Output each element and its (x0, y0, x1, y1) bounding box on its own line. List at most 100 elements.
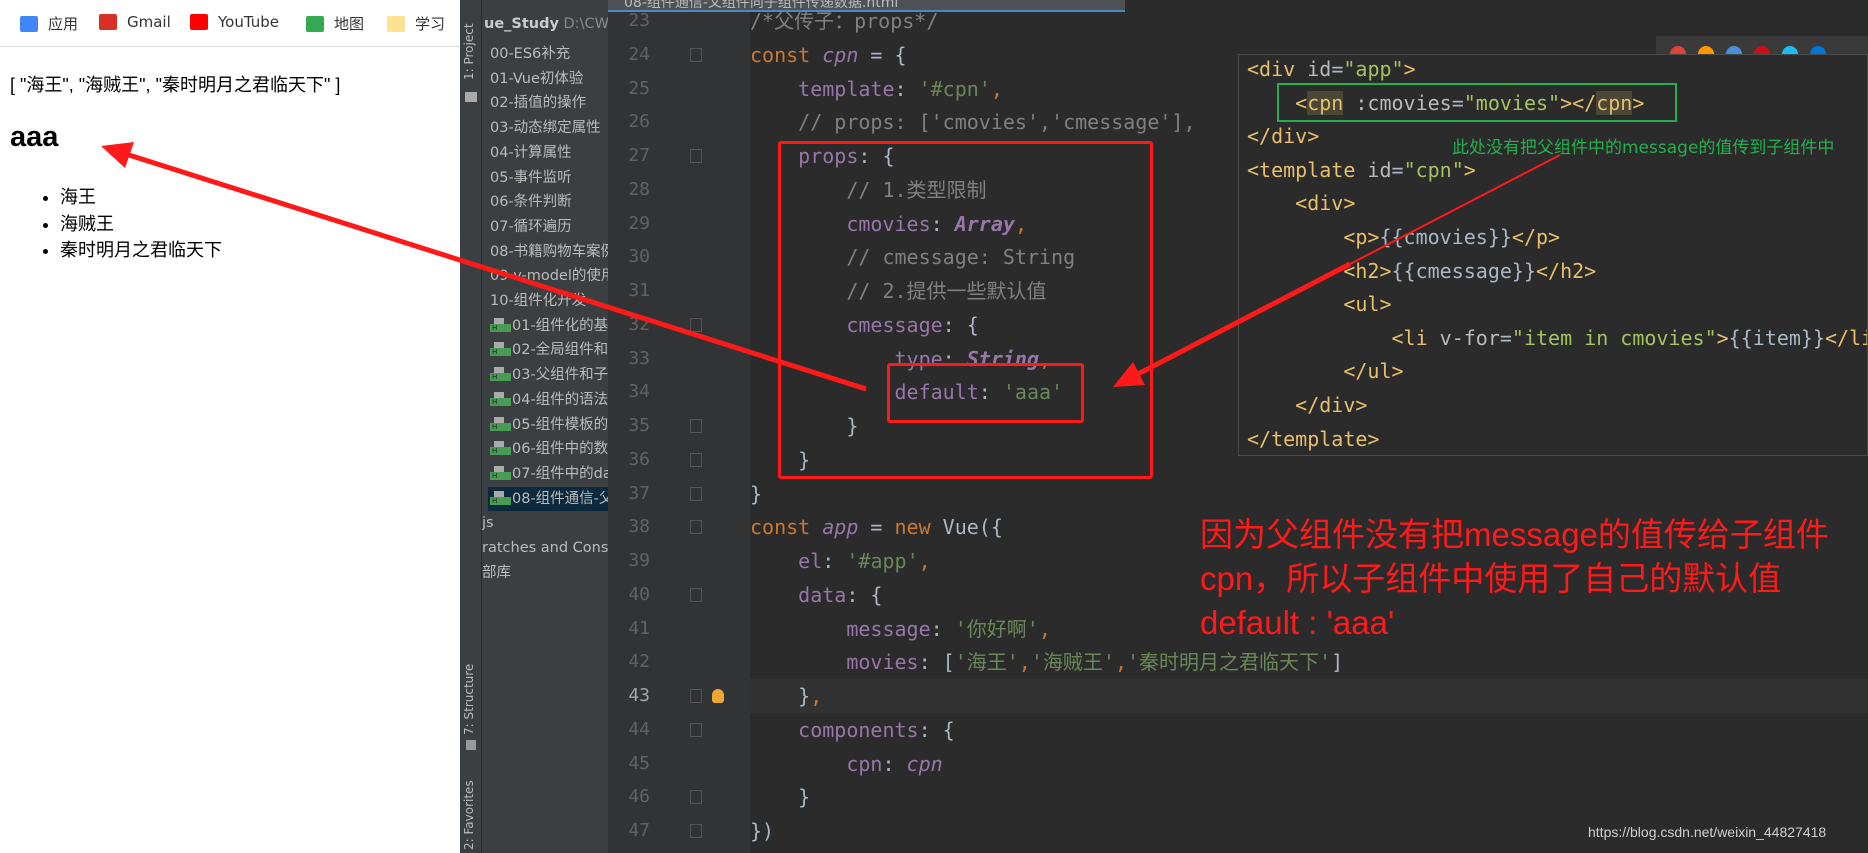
project-tree-item[interactable]: 部库 (482, 561, 608, 585)
code-token: const (750, 42, 823, 67)
code-token: > (1716, 325, 1729, 350)
html-file-icon (490, 367, 511, 382)
favorites-tool-tab[interactable]: 2: Favorites (462, 780, 476, 850)
code-token: , (810, 684, 823, 708)
line-number: 30 (628, 246, 650, 268)
code-token: : (822, 549, 847, 573)
code-token: } (750, 785, 811, 810)
project-tree-item-label: 01-Vue初体验 (490, 70, 584, 87)
project-tree-item[interactable]: 03-动态绑定属性 (490, 116, 608, 140)
folder-icon (465, 92, 477, 102)
fold-marker-icon[interactable] (690, 587, 702, 602)
project-root-path: D:\CWo (563, 16, 608, 32)
project-tree-item-label: 09-v-model的使用 (490, 268, 608, 285)
code-token: </p> (1511, 225, 1561, 249)
code-token: : (930, 616, 955, 641)
project-tree-item[interactable]: 03-父组件和子组件 (490, 363, 608, 387)
code-token: = (1499, 325, 1512, 350)
bookmark-apps-grid[interactable]: 应用 (20, 13, 78, 34)
html-file-icon (490, 317, 511, 332)
project-tree-item[interactable]: 07-循环遍历 (490, 215, 608, 239)
line-number: 44 (628, 718, 650, 740)
fold-marker-icon[interactable] (690, 149, 702, 163)
project-tree-item[interactable]: 05-事件监听 (490, 166, 608, 190)
movies-list: 海王 海贼王 秦时明月之君临天下 (38, 184, 222, 264)
snippet-line: <h2>{{cmessage}}</h2> (1247, 254, 1596, 288)
project-tree-item-label: 00-ES6补充 (490, 46, 571, 62)
fold-marker-icon[interactable] (690, 452, 702, 467)
project-tree-item[interactable]: 06-条件判断 (490, 190, 608, 214)
code-token: <div> (1247, 191, 1356, 216)
project-tree-item[interactable]: 02-插值的操作 (490, 91, 608, 115)
code-line: const cpn = { (750, 38, 907, 72)
line-number: 39 (628, 550, 650, 571)
fold-marker-icon[interactable] (690, 317, 702, 332)
code-token: app (822, 515, 859, 540)
project-tree-item-label: 03-父组件和子组件 (512, 367, 608, 384)
folder-icon (387, 15, 405, 32)
default-highlight-box (887, 363, 1084, 423)
fold-marker-icon[interactable] (690, 486, 702, 501)
html-file-icon (490, 416, 511, 431)
code-token: /*父传子：props*/ (750, 9, 939, 33)
project-tree-item[interactable]: 06-组件中的数据存放 (490, 437, 608, 461)
fold-marker-icon[interactable] (690, 790, 702, 805)
project-tool-tab[interactable]: 1: Project (462, 23, 476, 80)
apps-grid-icon (20, 15, 38, 32)
line-number: 40 (628, 583, 650, 605)
bookmark-gmail[interactable]: Gmail (99, 13, 171, 31)
project-tree-item[interactable]: ratches and Consoles (482, 536, 608, 560)
code-token: <h2> (1247, 258, 1392, 283)
project-tree-item[interactable]: 07-组件中的data (490, 462, 608, 486)
project-tree-item[interactable]: 05-组件模板的分离 (490, 413, 608, 437)
project-tree-item-label: 05-事件监听 (490, 169, 572, 186)
code-token: '海贼王' (1030, 650, 1115, 675)
fold-marker-icon[interactable] (690, 824, 702, 838)
bookmark-label: 地图 (334, 15, 365, 33)
code-token: '#cpn' (918, 76, 991, 101)
code-token: {{item}} (1728, 325, 1825, 350)
project-tree-item[interactable]: 04-组件的语法糖 (490, 388, 608, 412)
code-token: {{cmovies}} (1379, 225, 1512, 249)
code-token: id (1307, 57, 1332, 81)
project-tree-item[interactable]: 08-书籍购物车案例 (490, 240, 608, 264)
bookmark-youtube[interactable]: YouTube (190, 13, 279, 31)
project-root[interactable]: ue_Study D:\CWo (484, 12, 608, 36)
red-annotation: 因为父组件没有把message的值传给子组件 cpn，所以子组件中使用了自己的默… (1200, 513, 1829, 645)
project-tree-item[interactable]: js (482, 511, 608, 535)
line-number: 29 (628, 212, 650, 234)
code-token: <ul> (1247, 292, 1392, 317)
line-number: 31 (628, 280, 650, 301)
fold-marker-icon[interactable] (690, 722, 702, 737)
project-tree-item-label: 06-条件判断 (490, 194, 572, 211)
project-tree-item[interactable]: 04-计算属性 (490, 141, 608, 165)
line-number: 28 (628, 178, 650, 200)
code-token: , (990, 76, 1003, 101)
line-number: 42 (628, 651, 650, 673)
project-tree-item[interactable]: 02-全局组件和局部组件 (490, 338, 608, 362)
fold-marker-icon[interactable] (690, 419, 702, 433)
code-token: components (798, 717, 919, 742)
project-tree-item[interactable]: 09-v-model的使用 (490, 264, 608, 288)
fold-marker-icon[interactable] (690, 520, 702, 535)
bookmark-folder[interactable]: 学习 (387, 13, 445, 34)
code-token: // props: ['cmovies','cmessage'], (750, 110, 1196, 135)
fold-marker-icon[interactable] (690, 689, 702, 703)
bookmark-maps[interactable]: 地图 (306, 13, 364, 34)
fold-marker-icon[interactable] (690, 47, 702, 62)
ide-tool-strip: 1: Project 7: Structure 2: Favorites (460, 0, 482, 853)
project-tree-item[interactable]: 00-ES6补充 (490, 42, 608, 66)
project-tree-item[interactable]: 08-组件通信-父传子 (488, 486, 608, 511)
project-tree-item[interactable]: 01-Vue初体验 (490, 67, 608, 91)
structure-tool-tab[interactable]: 7: Structure (462, 664, 476, 735)
project-tree-item[interactable]: 10-组件化开发 (490, 289, 608, 313)
code-line: const app = new Vue({ (750, 510, 1003, 544)
line-number: 35 (628, 415, 650, 436)
code-token: id (1367, 157, 1392, 182)
project-tree-item[interactable]: 01-组件化的基本使用 (490, 314, 608, 338)
lightbulb-icon[interactable] (712, 689, 724, 703)
